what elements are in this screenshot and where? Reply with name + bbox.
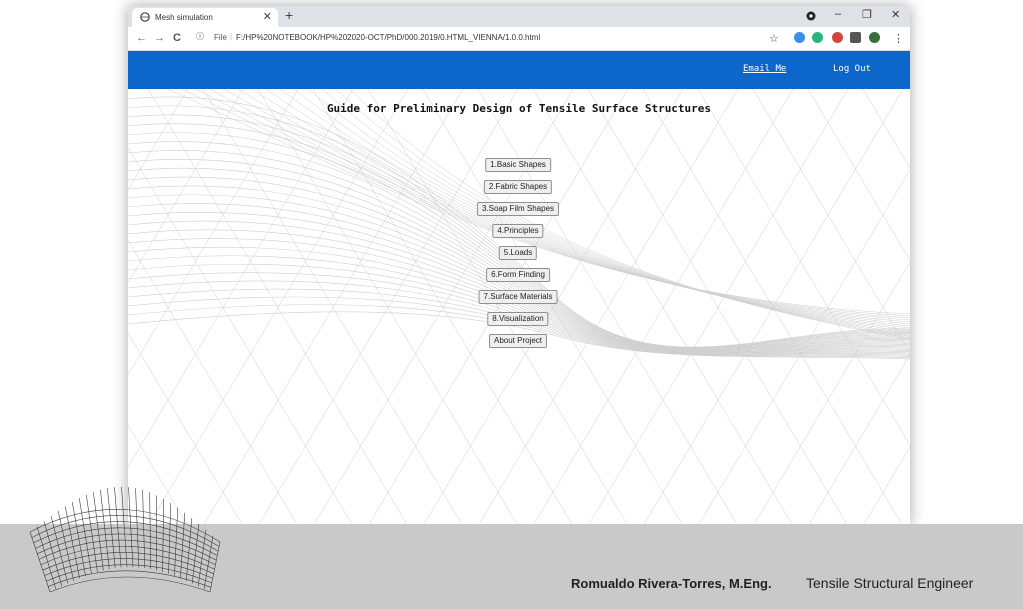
scheme-label: File	[214, 33, 227, 42]
account-icon[interactable]	[806, 11, 816, 21]
extension-icon[interactable]	[812, 32, 823, 43]
tab-title: Mesh simulation	[155, 13, 213, 22]
author-role: Tensile Structural Engineer	[806, 575, 974, 591]
browser-window: Mesh simulation ✕ + – ❐ ✕ ← → C ⓘ File |…	[128, 6, 910, 526]
menu-button-4[interactable]: 4.Principles	[492, 224, 544, 238]
web-page: Email Me Log Out Guide for Preliminary D…	[128, 51, 910, 526]
menu-button-9[interactable]: About Project	[488, 334, 548, 348]
mesh-background	[128, 89, 910, 526]
menu-button-5[interactable]: 5.Loads	[498, 246, 538, 260]
browser-menu-icon[interactable]: ⋮	[893, 32, 904, 45]
email-me-link[interactable]: Email Me	[743, 64, 786, 74]
new-tab-button[interactable]: +	[285, 7, 293, 23]
address-input[interactable]: ⓘ File | F:/HP%20NOTEBOOK/HP%202020-OCT/…	[196, 31, 776, 46]
tensile-surface-logo	[29, 486, 221, 593]
browser-tab[interactable]: Mesh simulation ✕	[132, 8, 278, 27]
menu-button-3[interactable]: 3.Soap Film Shapes	[476, 202, 560, 216]
maximize-button[interactable]: ❐	[862, 8, 872, 21]
info-icon[interactable]: ⓘ	[196, 31, 204, 42]
back-button[interactable]: ←	[136, 32, 147, 44]
extension-icon[interactable]	[832, 32, 843, 43]
page-title: Guide for Preliminary Design of Tensile …	[326, 102, 712, 115]
address-divider: |	[230, 32, 233, 41]
minimize-button[interactable]: –	[835, 8, 841, 20]
forward-button[interactable]: →	[154, 32, 165, 44]
tab-close-icon[interactable]: ✕	[263, 10, 272, 23]
menu-button-2[interactable]: 2.Fabric Shapes	[483, 180, 553, 194]
profile-avatar[interactable]	[869, 32, 880, 43]
menu-button-8[interactable]: 8.Visualization	[487, 312, 549, 326]
reload-button[interactable]: C	[173, 32, 181, 44]
puzzle-icon[interactable]	[850, 32, 861, 43]
tab-strip: Mesh simulation ✕ + – ❐ ✕	[128, 6, 910, 27]
menu-button-1[interactable]: 1.Basic Shapes	[485, 158, 551, 172]
author-name: Romualdo Rivera-Torres, M.Eng.	[571, 576, 772, 591]
extension-icon[interactable]	[794, 32, 805, 43]
window-close-button[interactable]: ✕	[891, 8, 900, 21]
menu-button-7[interactable]: 7.Surface Materials	[478, 290, 558, 304]
menu-button-6[interactable]: 6.Form Finding	[486, 268, 550, 282]
bookmark-star-icon[interactable]: ☆	[769, 32, 779, 45]
site-header: Email Me Log Out	[128, 51, 910, 89]
log-out-link[interactable]: Log Out	[833, 64, 871, 74]
address-bar-row: ← → C ⓘ File | F:/HP%20NOTEBOOK/HP%20202…	[128, 27, 910, 51]
url-text: F:/HP%20NOTEBOOK/HP%202020-OCT/PhD/000.2…	[236, 33, 541, 42]
globe-icon	[140, 12, 150, 22]
